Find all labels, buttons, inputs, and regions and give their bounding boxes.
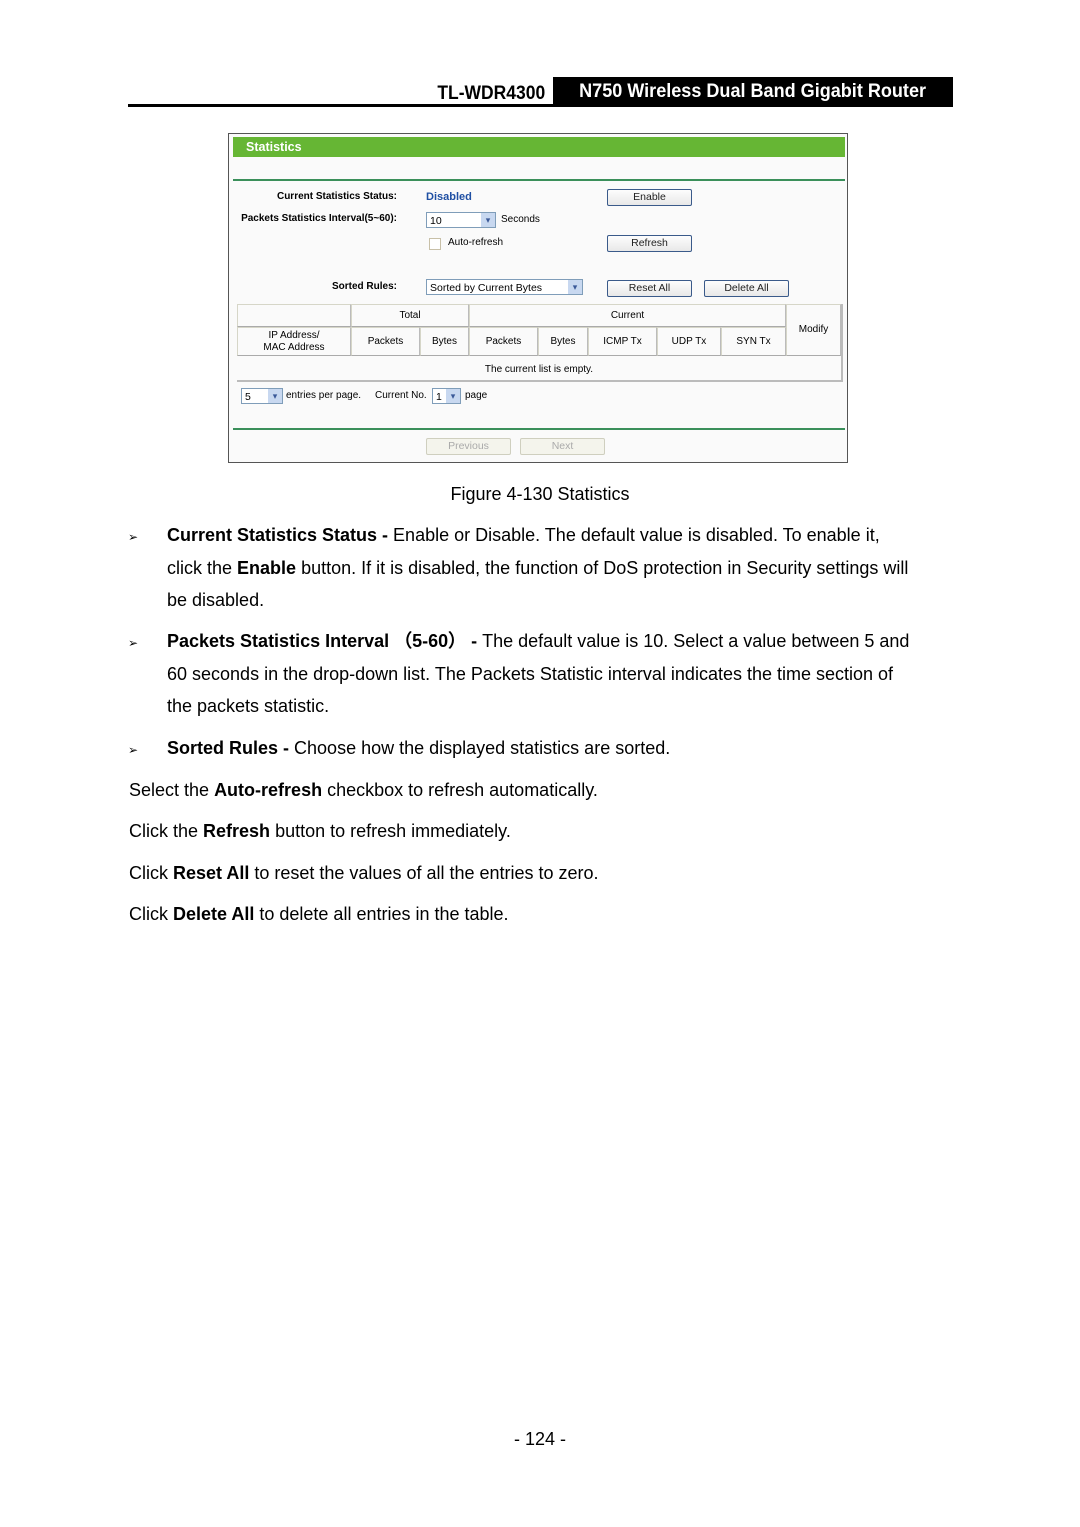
autorefresh-checkbox[interactable] — [429, 238, 441, 250]
note-auto-refresh: Select the Auto-refresh checkbox to refr… — [129, 780, 598, 800]
header-syn-tx: SYN Tx — [721, 327, 786, 356]
divider — [233, 179, 845, 181]
model-name: TL-WDR4300 — [437, 83, 545, 104]
header-address: IP Address/ MAC Address — [237, 327, 351, 356]
interval-unit: Seconds — [501, 214, 540, 225]
header-modify: Modify — [786, 304, 841, 356]
delete-all-button[interactable]: Delete All — [704, 280, 789, 297]
note-refresh: Click the Refresh button to refresh imme… — [129, 821, 511, 841]
panel-title: Statistics — [233, 137, 845, 157]
bullet-icon: ➢ — [128, 743, 139, 757]
header-total-packets: Packets — [351, 327, 420, 356]
reset-all-button[interactable]: Reset All — [607, 280, 692, 297]
bullet-current-statistics-status: Current Statistics Status - Enable or Di… — [167, 525, 909, 610]
page-header: TL-WDR4300 N750 Wireless Dual Band Gigab… — [128, 77, 953, 107]
sorted-rules-select[interactable]: Sorted by Current Bytes ▾ — [426, 279, 583, 295]
page-label: page — [465, 390, 488, 401]
status-label: Current Statistics Status: — [276, 191, 397, 202]
sorted-rules-label: Sorted Rules: — [331, 281, 397, 292]
current-page-select[interactable]: 1 ▾ — [432, 388, 461, 404]
status-value: Disabled — [426, 191, 472, 203]
interval-select[interactable]: 10 ▾ — [426, 212, 496, 228]
next-button[interactable]: Next — [520, 438, 605, 455]
header-current-bytes: Bytes — [538, 327, 588, 356]
bullet-icon: ➢ — [128, 636, 139, 650]
previous-button[interactable]: Previous — [426, 438, 511, 455]
header-rule — [128, 104, 953, 107]
header-blank — [237, 304, 351, 327]
chevron-down-icon: ▾ — [481, 213, 495, 227]
header-total: Total — [351, 304, 469, 327]
product-name-banner: N750 Wireless Dual Band Gigabit Router — [553, 77, 953, 107]
refresh-button[interactable]: Refresh — [607, 235, 692, 252]
header-current-packets: Packets — [469, 327, 538, 356]
chevron-down-icon: ▾ — [568, 280, 582, 294]
divider — [233, 428, 845, 430]
enable-button[interactable]: Enable — [607, 189, 692, 206]
current-no-label: Current No. — [375, 390, 427, 401]
header-current: Current — [469, 304, 786, 327]
chevron-down-icon: ▾ — [446, 389, 460, 403]
chevron-down-icon: ▾ — [268, 389, 282, 403]
interval-label: Packets Statistics Interval(5~60): — [241, 213, 397, 224]
empty-list-message: The current list is empty. — [484, 364, 594, 375]
page-number: - 124 - — [513, 1429, 567, 1449]
bullet-icon: ➢ — [128, 530, 139, 544]
entries-per-page-select[interactable]: 5 ▾ — [241, 388, 283, 404]
entries-per-page-label: entries per page. — [286, 390, 362, 401]
bullet-sorted-rules: Sorted Rules - Choose how the displayed … — [167, 738, 671, 758]
header-icmp-tx: ICMP Tx — [588, 327, 657, 356]
autorefresh-label: Auto-refresh — [448, 237, 504, 248]
bullet-packets-statistics-interval: Packets Statistics Interval （5-60） - The… — [167, 631, 910, 716]
statistics-screenshot: Statistics Current Statistics Status: Di… — [228, 133, 848, 463]
note-reset-all: Click Reset All to reset the values of a… — [129, 863, 599, 883]
figure-caption: Figure 4-130 Statistics — [450, 484, 630, 504]
header-total-bytes: Bytes — [420, 327, 469, 356]
note-delete-all: Click Delete All to delete all entries i… — [129, 904, 509, 924]
header-udp-tx: UDP Tx — [657, 327, 721, 356]
